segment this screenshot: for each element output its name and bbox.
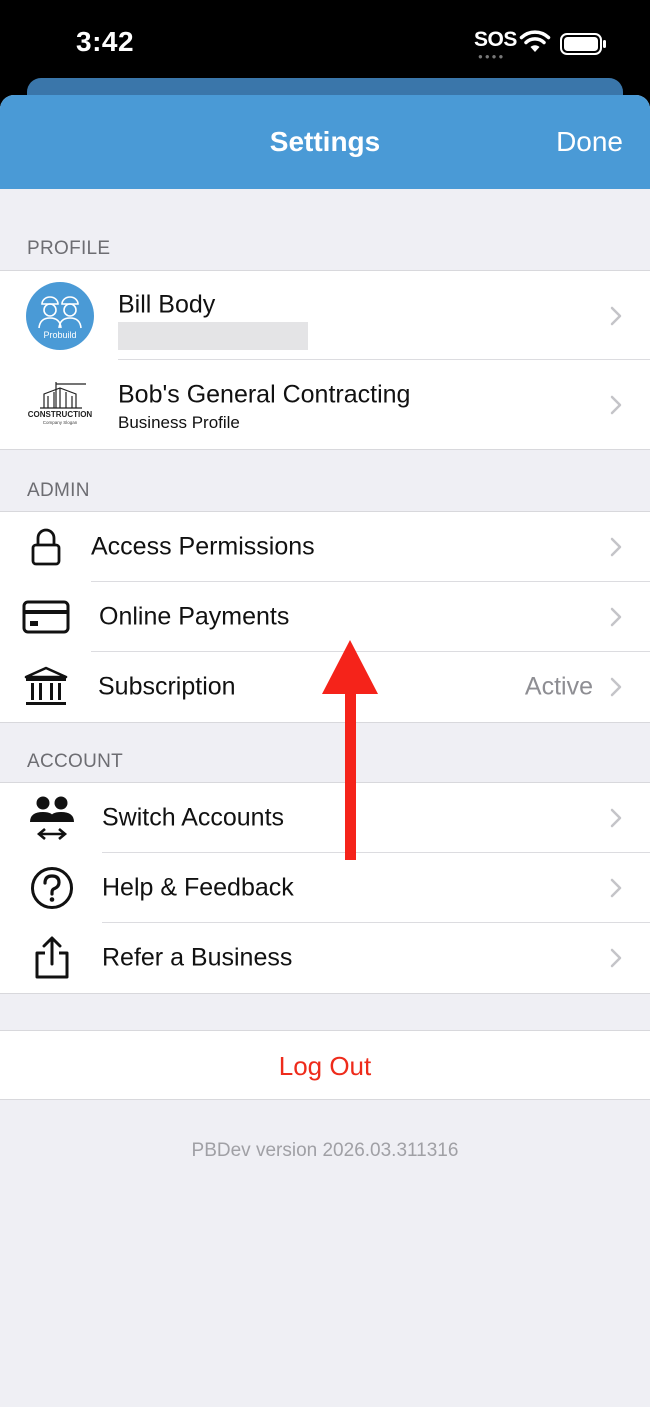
share-icon <box>35 936 69 979</box>
chevron-right-icon <box>610 808 622 828</box>
battery-icon <box>560 33 606 55</box>
logout-group: Log Out <box>0 1030 650 1100</box>
chevron-right-icon <box>610 878 622 898</box>
section-header-profile: PROFILE <box>27 238 111 259</box>
help-feedback-label: Help & Feedback <box>102 873 294 902</box>
redacted-email <box>118 322 308 350</box>
avatar: Probuild <box>26 281 94 350</box>
online-payments-label: Online Payments <box>99 602 290 631</box>
business-profile-row[interactable]: CONSTRUCTION Company Slogan Bob's Genera… <box>0 360 650 449</box>
lock-icon <box>31 528 61 566</box>
refer-business-label: Refer a Business <box>102 943 293 972</box>
access-permissions-row[interactable]: Access Permissions <box>0 512 650 582</box>
sos-indicator: SOS <box>474 28 517 51</box>
credit-card-icon <box>22 600 70 634</box>
switch-accounts-label: Switch Accounts <box>102 803 285 832</box>
version-label: PBDev version 2026.03.311316 <box>191 1140 459 1161</box>
subscription-status: Active <box>524 672 593 701</box>
subscription-label: Subscription <box>98 672 236 701</box>
chevron-right-icon <box>610 395 622 414</box>
section-header-admin: ADMIN <box>27 480 90 501</box>
annotation-arrow-icon <box>322 640 378 860</box>
switch-users-icon <box>30 796 74 840</box>
done-button[interactable]: Done <box>556 126 623 158</box>
signal-dots-icon: ●●●● <box>478 52 506 61</box>
svg-text:Company Slogan: Company Slogan <box>43 420 78 425</box>
business-subtitle: Business Profile <box>118 413 240 432</box>
help-feedback-row[interactable]: Help & Feedback <box>0 853 650 923</box>
bank-icon <box>24 666 68 705</box>
user-profile-row[interactable]: Probuild Bill Body <box>0 271 650 360</box>
chevron-right-icon <box>610 677 622 697</box>
nav-bar: Settings Done <box>0 95 650 189</box>
chevron-right-icon <box>610 537 622 557</box>
status-bar: 3:42 SOS ●●●● <box>0 0 650 90</box>
business-logo: CONSTRUCTION Company Slogan <box>28 381 93 425</box>
logout-button[interactable]: Log Out <box>0 1051 650 1082</box>
section-header-account: ACCOUNT <box>27 751 124 772</box>
svg-text:Probuild: Probuild <box>43 330 76 340</box>
access-permissions-label: Access Permissions <box>91 532 315 561</box>
page-title: Settings <box>269 126 381 157</box>
wifi-icon <box>519 30 551 52</box>
profile-group: Probuild Bill Body CONSTRUCTION Company … <box>0 270 650 450</box>
business-name: Bob's General Contracting <box>118 380 411 409</box>
chevron-right-icon <box>610 607 622 627</box>
status-time: 3:42 <box>76 26 135 57</box>
chevron-right-icon <box>610 948 622 968</box>
chevron-right-icon <box>610 306 622 325</box>
user-name: Bill Body <box>118 290 216 319</box>
help-icon <box>31 867 73 909</box>
svg-text:CONSTRUCTION: CONSTRUCTION <box>28 410 93 419</box>
refer-business-row[interactable]: Refer a Business <box>0 923 650 993</box>
